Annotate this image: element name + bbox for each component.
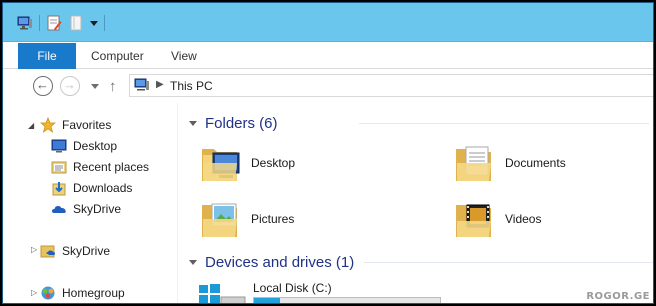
content-pane: Folders (6) Desktop Documents Pictures V… [179,103,653,303]
expand-homegroup-icon[interactable]: ▷ [31,288,37,297]
folders-group-title: Folders (6) [205,114,278,132]
folder-desktop[interactable]: Desktop [199,139,295,187]
collapse-favorites-icon[interactable]: ◢ [28,121,34,130]
collapse-group-icon [189,120,197,126]
group-divider [364,262,653,263]
skydrive-folder-icon [40,243,56,259]
folder-videos[interactable]: Videos [453,195,541,243]
title-bar [3,3,653,42]
videos-folder-icon [453,195,497,243]
folder-pictures[interactable]: Pictures [199,195,294,243]
homegroup-icon [40,285,56,301]
nav-item-recent-places[interactable]: Recent places [51,157,149,177]
nav-item-label: Desktop [73,139,118,153]
nav-item-label: Downloads [73,181,133,195]
recent-places-icon [51,159,67,175]
drive-local-disk-c[interactable]: Local Disk (C:) [199,279,459,303]
quick-access-toolbar [17,15,105,31]
folder-label: Videos [505,212,542,226]
navigation-pane: ◢ Favorites Desktop Recent places Downlo… [3,103,178,303]
computer-icon[interactable] [17,15,33,31]
this-pc-icon [134,78,150,93]
drive-usage-fill [254,298,281,303]
properties-icon[interactable] [46,15,62,31]
up-button[interactable]: ↑ [109,78,117,95]
forward-arrow-icon: → [63,77,76,92]
back-button[interactable]: ← [33,76,53,96]
breadcrumb-this-pc[interactable]: This PC [170,79,213,93]
nav-homegroup[interactable]: Homegroup [40,283,125,303]
nav-favorites[interactable]: Favorites [40,115,111,135]
nav-favorites-label: Favorites [62,118,112,132]
skydrive-icon [51,201,67,217]
watermark: ROGOR.GE [586,291,650,302]
nav-item-downloads[interactable]: Downloads [51,178,132,198]
ribbon-tabs: File Computer View [3,43,653,69]
desktop-folder-icon [199,139,243,187]
nav-item-desktop[interactable]: Desktop [51,136,117,156]
forward-button[interactable]: → [60,76,80,96]
downloads-icon [51,180,67,196]
toolbar-separator [104,15,105,31]
toolbar-separator [39,15,40,31]
documents-folder-icon [453,139,497,187]
devices-group-header[interactable]: Devices and drives (1) [189,252,653,272]
devices-group-title: Devices and drives (1) [205,253,355,271]
address-bar[interactable]: ▶ This PC [129,74,653,97]
folder-label: Desktop [251,156,296,170]
tab-view[interactable]: View [157,43,211,69]
collapse-group-icon [189,259,197,265]
windows-drive-icon [199,283,247,303]
star-icon [40,117,56,133]
back-arrow-icon: ← [36,77,49,92]
drive-label: Local Disk (C:) [253,281,332,295]
breadcrumb-chevron-icon[interactable]: ▶ [156,79,164,90]
nav-item-label: SkyDrive [73,202,122,216]
pictures-folder-icon [199,195,243,243]
nav-homegroup-label: Homegroup [62,286,125,300]
tab-file[interactable]: File [18,43,76,69]
new-folder-icon[interactable] [68,15,84,31]
folders-group-header[interactable]: Folders (6) [189,113,649,133]
folder-label: Pictures [251,212,295,226]
nav-skydrive-label: SkyDrive [62,244,111,258]
recent-locations-dropdown[interactable] [91,84,99,89]
nav-item-skydrive[interactable]: SkyDrive [51,199,121,219]
desktop-icon [51,138,67,154]
customize-dropdown-icon[interactable] [90,20,98,26]
folder-documents[interactable]: Documents [453,139,566,187]
navigation-bar: ← → ↑ ▶ This PC [3,70,653,102]
group-divider [359,123,649,124]
explorer-window: File Computer View ← → ↑ ▶ This PC ◢ Fav… [2,2,654,304]
nav-skydrive[interactable]: SkyDrive [40,241,110,261]
nav-item-label: Recent places [73,160,150,174]
tab-computer[interactable]: Computer [77,43,158,69]
expand-skydrive-icon[interactable]: ▷ [31,245,37,254]
folder-label: Documents [505,156,566,170]
drive-usage-bar [253,297,441,303]
